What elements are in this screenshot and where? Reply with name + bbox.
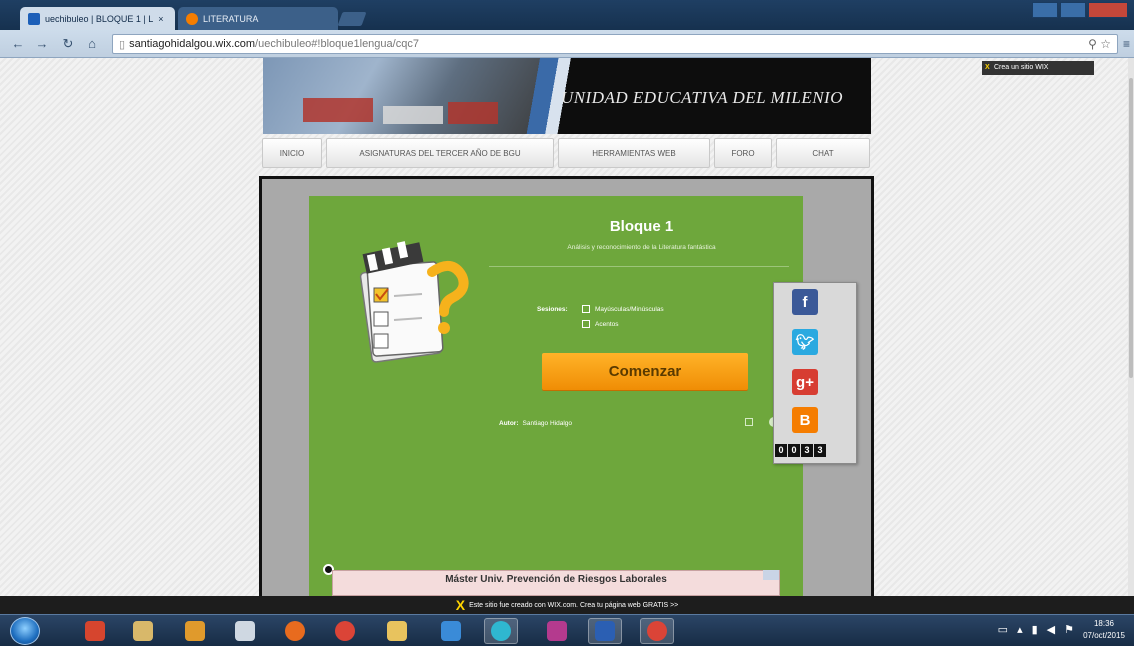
volume-icon[interactable]: ◀ xyxy=(1047,623,1055,636)
back-arrow-icon[interactable]: ← xyxy=(10,36,26,52)
session-label: Mayúsculas/Minúsculas xyxy=(595,305,664,313)
system-tray: ▭ ▴ ▮ ◀ ⚑ xyxy=(998,623,1074,636)
clock[interactable]: 18:36 07/oct/2015 xyxy=(1078,618,1130,642)
nav-item-chat[interactable]: CHAT xyxy=(776,138,870,168)
facebook-icon[interactable]: f xyxy=(792,289,818,315)
new-tab-button[interactable] xyxy=(337,12,367,26)
site-nav: INICIO ASIGNATURAS DEL TERCER AÑO DE BGU… xyxy=(262,138,870,168)
nav-item-foro[interactable]: FORO xyxy=(714,138,772,168)
author-line: Autor: Santiago Hidalgo xyxy=(499,420,572,427)
site-banner: UNIDAD EDUCATIVA DEL MILENIO xyxy=(263,58,871,134)
checkbox-icon[interactable] xyxy=(582,305,590,313)
reload-icon[interactable]: ↻ xyxy=(60,36,76,52)
session-item[interactable]: Acentos xyxy=(582,320,619,328)
page-content: X Crea un sitio WIX UNIDAD EDUCATIVA DEL… xyxy=(0,58,1128,596)
globe-app-icon[interactable] xyxy=(484,618,518,644)
forward-arrow-icon[interactable]: → xyxy=(34,36,50,52)
scrollbar-thumb[interactable] xyxy=(1129,78,1133,378)
twitter-icon[interactable]: 🐦︎ xyxy=(792,329,818,355)
home-icon[interactable]: ⌂ xyxy=(84,36,100,52)
share-counter: 0 0 3 3 xyxy=(775,444,826,457)
ad-banner[interactable]: Máster Univ. Prevención de Riesgos Labor… xyxy=(332,570,780,596)
wix-x-icon: X xyxy=(455,597,466,613)
author-name: Santiago Hidalgo xyxy=(522,420,573,427)
firefox-icon[interactable] xyxy=(278,618,312,644)
chrome-active-icon[interactable] xyxy=(640,618,674,644)
start-quiz-button[interactable]: Comenzar xyxy=(542,353,748,390)
close-window-button[interactable] xyxy=(1088,2,1128,18)
checkbox-icon[interactable] xyxy=(582,320,590,328)
app-icon[interactable] xyxy=(434,618,468,644)
wix-x-icon: X xyxy=(985,64,990,71)
tray-icon[interactable]: ▭ xyxy=(998,623,1008,636)
wix-favicon-icon xyxy=(28,12,40,25)
session-label: Acentos xyxy=(595,320,619,328)
address-bar[interactable]: ▯ santiagohidalgou.wix.com/uechibuleo#!b… xyxy=(112,34,1118,54)
tab-label: uechibuleo | BLOQUE 1 | L xyxy=(45,13,154,24)
flag-icon[interactable]: ⚑ xyxy=(1064,623,1074,636)
page-scrollbar[interactable] xyxy=(1128,58,1134,596)
tab-label: LITERATURA xyxy=(203,13,259,24)
browser-tab[interactable]: LITERATURA xyxy=(178,7,338,30)
blogger-favicon-icon xyxy=(186,12,198,25)
explorer-folder-icon[interactable] xyxy=(126,618,160,644)
paint-app-icon[interactable] xyxy=(78,618,112,644)
url-host: santiagohidalgou.wix.com xyxy=(129,38,256,50)
word-icon[interactable] xyxy=(588,618,622,644)
folder-icon[interactable] xyxy=(380,618,414,644)
quiz-widget: Bloque 1 Análisis y reconocimiento de la… xyxy=(309,196,803,596)
close-icon[interactable]: × xyxy=(158,14,163,24)
counter-digit: 3 xyxy=(814,444,826,457)
quiz-subtitle: Análisis y reconocimiento de la Literatu… xyxy=(567,244,716,251)
windows-taskbar: ▭ ▴ ▮ ◀ ⚑ 18:36 07/oct/2015 xyxy=(0,614,1134,646)
browser-titlebar: uechibuleo | BLOQUE 1 | L × LITERATURA 1 xyxy=(0,0,1134,30)
media-player-icon[interactable] xyxy=(178,618,212,644)
maximize-button[interactable] xyxy=(1060,2,1086,18)
wix-create-button[interactable]: X Crea un sitio WIX xyxy=(982,61,1094,75)
wix-footer-bar[interactable]: X Este sitio fue creado con WIX.com. Cre… xyxy=(0,596,1134,614)
zoom-star-icons[interactable]: ⚲ ☆ xyxy=(1088,37,1111,51)
nav-item-asignaturas[interactable]: ASIGNATURAS DEL TERCER AÑO DE BGU xyxy=(326,138,554,168)
quiz-title: Bloque 1 xyxy=(609,218,674,235)
wix-create-label: Crea un sitio WIX xyxy=(994,64,1049,71)
url-path: /uechibuleo#!bloque1lengua/cqc7 xyxy=(255,38,419,50)
counter-digit: 3 xyxy=(801,444,813,457)
chrome-icon[interactable] xyxy=(328,618,362,644)
divider xyxy=(489,266,789,267)
author-label: Autor: xyxy=(499,420,519,427)
start-button[interactable] xyxy=(10,617,40,645)
nav-item-herramientas[interactable]: HERRAMIENTAS WEB xyxy=(558,138,710,168)
blogger-icon[interactable]: B xyxy=(792,407,818,433)
googleplus-icon[interactable]: g+ xyxy=(792,369,818,395)
minimize-button[interactable] xyxy=(1032,2,1058,18)
ad-text: Máster Univ. Prevención de Riesgos Labor… xyxy=(445,574,667,585)
session-item[interactable]: Mayúsculas/Minúsculas xyxy=(582,305,664,313)
counter-digit: 0 xyxy=(788,444,800,457)
wix-footer-text: Este sitio fue creado con WIX.com. Crea … xyxy=(469,601,679,609)
tray-icon[interactable]: ▴ xyxy=(1017,623,1023,636)
clock-time: 18:36 xyxy=(1093,619,1115,628)
quiz-clipboard-icon xyxy=(359,241,469,363)
counter-digit: 0 xyxy=(775,444,787,457)
banner-title: UNIDAD EDUCATIVA DEL MILENIO xyxy=(560,88,843,107)
page-icon: ▯ xyxy=(119,38,126,51)
browser-toolbar: ← → ↻ ⌂ ▯ santiagohidalgou.wix.com/uechi… xyxy=(0,30,1134,58)
ad-info-icon[interactable] xyxy=(763,570,779,580)
sessions-label: Sesiones: xyxy=(537,306,568,313)
app-icon[interactable] xyxy=(540,618,574,644)
browser-tab-active[interactable]: uechibuleo | BLOQUE 1 | L × xyxy=(20,7,175,30)
clock-date: 07/oct/2015 xyxy=(1083,631,1125,640)
menu-icon[interactable]: ≡ xyxy=(1123,37,1130,51)
page-icon[interactable] xyxy=(745,418,753,426)
network-icon[interactable]: ▮ xyxy=(1032,623,1038,636)
network-app-icon[interactable] xyxy=(228,618,262,644)
nav-item-inicio[interactable]: INICIO xyxy=(262,138,322,168)
share-panel: f 🐦︎ g+ B 0 0 3 3 xyxy=(773,282,857,464)
